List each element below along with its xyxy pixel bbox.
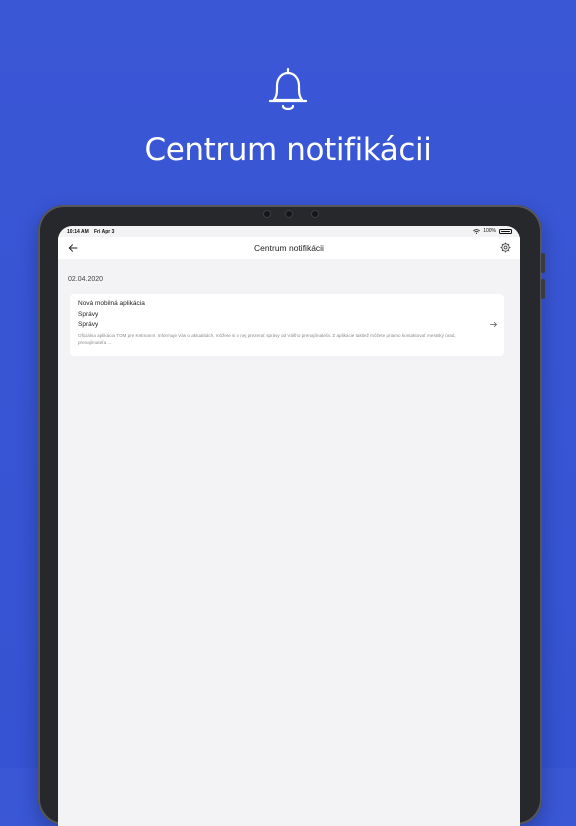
notification-body: Oficiálna aplikácia TOM pre Ketmanın. In… [78, 333, 456, 345]
hero-title: Centrum notifikácii [144, 132, 432, 168]
app-screen: 10:14 AM Fri Apr 3 100% Centrum notifiká… [58, 226, 520, 826]
status-date: Fri Apr 3 [94, 229, 115, 235]
battery-percent: 100% [483, 228, 496, 234]
sensor-dot [264, 211, 270, 217]
camera-bar [250, 210, 330, 218]
status-indicators: 100% [473, 228, 512, 234]
gear-icon[interactable] [500, 242, 511, 253]
date-header: 02.04.2020 [68, 276, 104, 283]
battery-icon [499, 228, 512, 234]
bell-icon [268, 67, 308, 111]
status-bar: 10:14 AM Fri Apr 3 100% [58, 226, 520, 237]
volume-down-button [541, 279, 545, 299]
camera-icon [286, 211, 292, 217]
notification-category: Správy [78, 311, 99, 318]
nav-bar: Centrum notifikácii [58, 237, 520, 259]
notification-card[interactable]: Nová mobilná aplikácia Správy Správy Ofi… [70, 294, 504, 356]
volume-up-button [541, 253, 545, 273]
notification-subtitle: Správy [78, 321, 99, 328]
tablet-frame: 10:14 AM Fri Apr 3 100% Centrum notifiká… [38, 205, 545, 826]
sensor-dot [312, 211, 318, 217]
status-time: 10:14 AM [67, 229, 89, 235]
arrow-right-icon[interactable] [489, 320, 498, 329]
wifi-icon [473, 228, 481, 234]
notification-title: Nová mobilná aplikácia [78, 300, 145, 307]
page-title: Centrum notifikácii [254, 243, 324, 253]
